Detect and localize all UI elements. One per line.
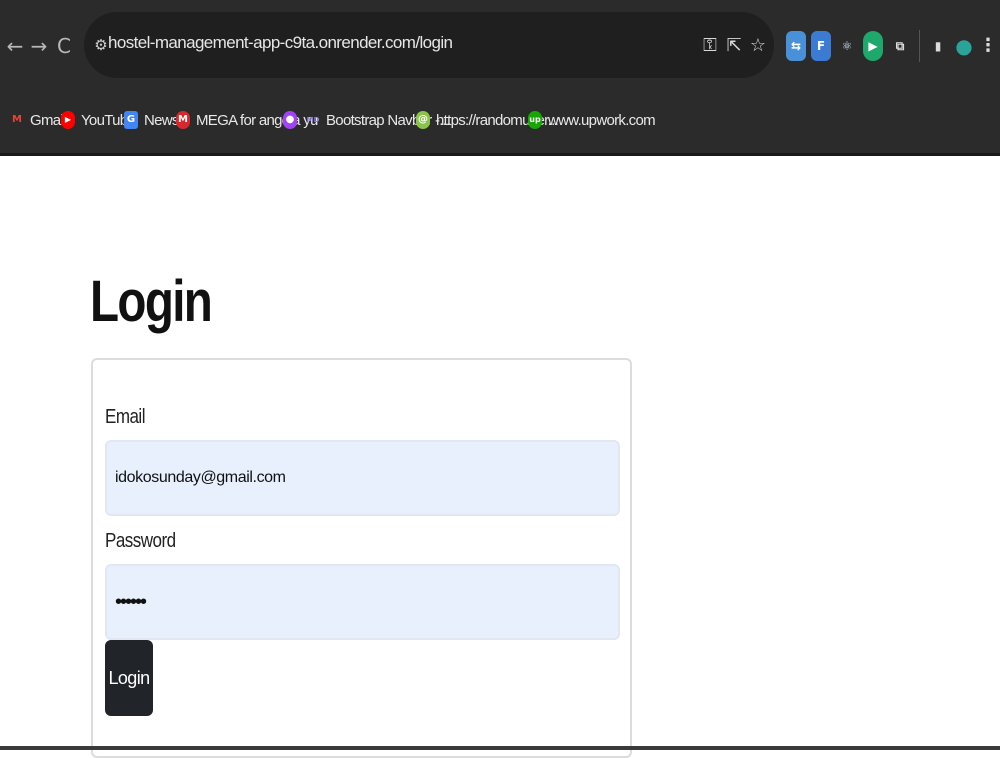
randomuser-icon: @: [416, 111, 430, 129]
bookmark-star-icon[interactable]: ☆: [747, 33, 769, 59]
share-icon[interactable]: ⇱: [723, 33, 745, 59]
mdb-icon: MD: [306, 116, 320, 124]
extension-1-icon[interactable]: ⇆: [786, 31, 806, 61]
gmail-icon: M: [12, 114, 22, 125]
url-text[interactable]: hostel-management-app-c9ta.onrender.com/…: [108, 33, 453, 53]
browser-toolbar: ← → C ⚙ hostel-management-app-c9ta.onren…: [0, 0, 1000, 92]
browser-menu-icon[interactable]: ⋮: [978, 31, 998, 61]
extension-2-icon[interactable]: F: [811, 31, 831, 61]
email-label: Email: [105, 406, 145, 428]
bookmark-label: www.upwork.com: [548, 111, 656, 129]
extensions-puzzle-icon[interactable]: ⧉: [890, 31, 910, 61]
bookmark-label: News: [144, 111, 179, 129]
mega-icon: M: [176, 111, 190, 129]
youtube-icon: ▶: [61, 111, 75, 129]
back-icon[interactable]: ←: [4, 30, 26, 62]
upwork-icon: up: [528, 111, 542, 129]
bookmark-upwork[interactable]: up www.upwork.com: [528, 108, 656, 132]
browser-chrome: ← → C ⚙ hostel-management-app-c9ta.onren…: [0, 0, 1000, 156]
page-title: Login: [90, 269, 213, 334]
extension-green-icon[interactable]: ▶: [863, 31, 883, 61]
bookmarks-bar: M Gmail ▶ YouTube G News M MEGA for ange…: [0, 100, 1000, 140]
bookmark-gmail[interactable]: M Gmail: [10, 108, 66, 132]
news-icon: G: [124, 111, 138, 129]
window-bottom-edge: [0, 746, 1000, 750]
bookmark-purple[interactable]: ●: [283, 108, 303, 132]
profile-avatar-icon[interactable]: ●: [954, 31, 974, 61]
reload-icon[interactable]: C: [53, 30, 75, 62]
key-icon[interactable]: ⚿: [699, 33, 721, 59]
forward-icon[interactable]: →: [28, 30, 50, 62]
login-button[interactable]: Login: [105, 640, 153, 716]
react-devtools-icon[interactable]: ⚛: [837, 31, 857, 61]
side-panel-icon[interactable]: ▮: [928, 31, 948, 61]
login-form: Email Password Login: [91, 358, 632, 758]
address-bar[interactable]: ⚙ hostel-management-app-c9ta.onrender.co…: [84, 12, 774, 78]
bookmark-news[interactable]: G News: [124, 108, 179, 132]
purple-bookmark-icon: ●: [283, 111, 297, 129]
toolbar-divider: [919, 30, 920, 62]
password-label: Password: [105, 530, 176, 552]
password-field[interactable]: [105, 564, 620, 640]
email-field[interactable]: [105, 440, 620, 516]
